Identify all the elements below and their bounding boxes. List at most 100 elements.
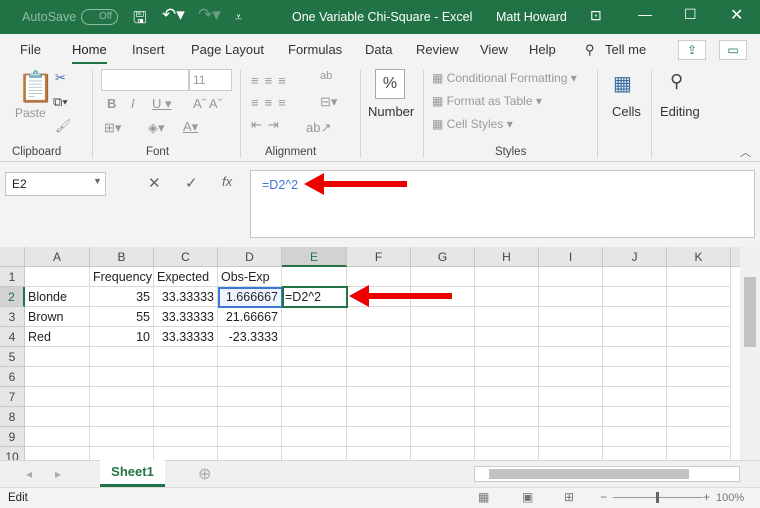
- cell-D8[interactable]: [218, 407, 282, 427]
- cell-E8[interactable]: [282, 407, 347, 427]
- editing-button[interactable]: Editing: [660, 104, 700, 119]
- redo-icon[interactable]: ↷▾: [198, 5, 221, 25]
- cell-H4[interactable]: [475, 327, 539, 347]
- copy-icon[interactable]: ⧉▾: [53, 94, 68, 110]
- cell-H2[interactable]: [475, 287, 539, 307]
- select-all-button[interactable]: [0, 247, 25, 267]
- tab-data[interactable]: Data: [365, 42, 392, 57]
- cell-B9[interactable]: [90, 427, 154, 447]
- grow-font-icon[interactable]: Aˆ Aˇ: [193, 96, 222, 111]
- cell-F1[interactable]: [347, 267, 411, 287]
- save-icon[interactable]: 🖫: [133, 7, 147, 34]
- cell-H6[interactable]: [475, 367, 539, 387]
- cell-K4[interactable]: [667, 327, 731, 347]
- column-header-I[interactable]: I: [539, 247, 603, 267]
- share-icon[interactable]: ⇪: [678, 40, 706, 60]
- cell-K6[interactable]: [667, 367, 731, 387]
- cell-F6[interactable]: [347, 367, 411, 387]
- paste-button[interactable]: Paste: [15, 106, 46, 120]
- cell-E1[interactable]: [282, 267, 347, 287]
- cell-B10[interactable]: [90, 447, 154, 460]
- user-name[interactable]: Matt Howard: [496, 10, 567, 24]
- conditional-formatting-button[interactable]: ▦ Conditional Formatting ▾: [432, 71, 577, 85]
- insert-function-icon[interactable]: fx: [222, 174, 232, 189]
- cell-D7[interactable]: [218, 387, 282, 407]
- zoom-level[interactable]: 100%: [716, 492, 744, 504]
- close-icon[interactable]: ✕: [730, 5, 743, 25]
- cell-A1[interactable]: [25, 267, 90, 287]
- fill-color-icon[interactable]: ◈▾: [148, 120, 165, 136]
- cell-A5[interactable]: [25, 347, 90, 367]
- cell-G10[interactable]: [411, 447, 475, 460]
- cell-C9[interactable]: [154, 427, 218, 447]
- format-as-table-button[interactable]: ▦ Format as Table ▾: [432, 94, 542, 108]
- tab-review[interactable]: Review: [416, 42, 459, 57]
- cell-G1[interactable]: [411, 267, 475, 287]
- zoom-slider-thumb[interactable]: [656, 492, 659, 503]
- tab-home[interactable]: Home: [72, 42, 107, 65]
- column-header-L[interactable]: [731, 247, 740, 267]
- column-header-J[interactable]: J: [603, 247, 667, 267]
- cell-J9[interactable]: [603, 427, 667, 447]
- orientation-icon[interactable]: ab↗: [306, 120, 331, 136]
- cell-I3[interactable]: [539, 307, 603, 327]
- cell-E3[interactable]: [282, 307, 347, 327]
- cell-A7[interactable]: [25, 387, 90, 407]
- name-box-dropdown-icon[interactable]: ▼: [93, 176, 102, 186]
- row-header-8[interactable]: 8: [0, 407, 25, 427]
- column-header-D[interactable]: D: [218, 247, 282, 267]
- cell-G5[interactable]: [411, 347, 475, 367]
- cell-F9[interactable]: [347, 427, 411, 447]
- row-header-5[interactable]: 5: [0, 347, 25, 367]
- cell-J4[interactable]: [603, 327, 667, 347]
- cell-J3[interactable]: [603, 307, 667, 327]
- horizontal-scrollbar[interactable]: [474, 466, 740, 482]
- cell-B1[interactable]: Frequency: [90, 267, 154, 287]
- cell-B7[interactable]: [90, 387, 154, 407]
- cell-I4[interactable]: [539, 327, 603, 347]
- cell-C7[interactable]: [154, 387, 218, 407]
- cell-I9[interactable]: [539, 427, 603, 447]
- name-box[interactable]: E2: [5, 172, 106, 196]
- underline-icon[interactable]: U ▾: [152, 96, 172, 112]
- cell-C5[interactable]: [154, 347, 218, 367]
- cell-K10[interactable]: [667, 447, 731, 460]
- cell-I6[interactable]: [539, 367, 603, 387]
- zoom-out-icon[interactable]: −: [600, 490, 607, 504]
- format-painter-icon[interactable]: 🖌: [55, 118, 72, 134]
- sheet-tab-sheet1[interactable]: Sheet1: [100, 460, 165, 487]
- cell-H10[interactable]: [475, 447, 539, 460]
- cell-G3[interactable]: [411, 307, 475, 327]
- cell-C4[interactable]: 33.33333: [154, 327, 218, 347]
- row-header-9[interactable]: 9: [0, 427, 25, 447]
- cell-D5[interactable]: [218, 347, 282, 367]
- cell-A3[interactable]: Brown: [25, 307, 90, 327]
- cell-I10[interactable]: [539, 447, 603, 460]
- row-header-3[interactable]: 3: [0, 307, 25, 327]
- font-size-select[interactable]: 11: [189, 69, 232, 91]
- find-icon[interactable]: ⚲: [670, 71, 683, 92]
- row-header-4[interactable]: 4: [0, 327, 25, 347]
- cell-A10[interactable]: [25, 447, 90, 460]
- cell-B3[interactable]: 55: [90, 307, 154, 327]
- cell-A8[interactable]: [25, 407, 90, 427]
- comments-icon[interactable]: ▭: [719, 40, 747, 60]
- cell-B6[interactable]: [90, 367, 154, 387]
- cell-A9[interactable]: [25, 427, 90, 447]
- row-header-1[interactable]: 1: [0, 267, 25, 287]
- cell-C6[interactable]: [154, 367, 218, 387]
- column-header-A[interactable]: A: [25, 247, 90, 267]
- cancel-icon[interactable]: ✕: [148, 174, 161, 192]
- cell-I1[interactable]: [539, 267, 603, 287]
- column-header-E[interactable]: E: [282, 247, 347, 267]
- paste-icon[interactable]: 📋: [17, 70, 54, 105]
- new-sheet-icon[interactable]: ⊕: [198, 464, 211, 484]
- cell-K5[interactable]: [667, 347, 731, 367]
- cells-button[interactable]: Cells: [612, 104, 641, 119]
- cell-H3[interactable]: [475, 307, 539, 327]
- tell-me-search[interactable]: Tell me: [605, 42, 646, 57]
- minimize-icon[interactable]: —: [638, 6, 652, 22]
- cell-J6[interactable]: [603, 367, 667, 387]
- cell-J10[interactable]: [603, 447, 667, 460]
- cell-K9[interactable]: [667, 427, 731, 447]
